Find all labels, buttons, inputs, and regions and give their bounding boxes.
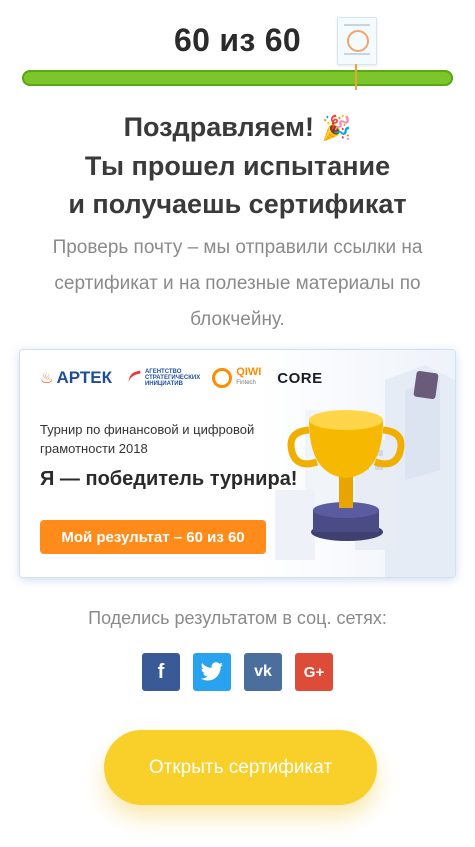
twitter-share-button[interactable] bbox=[193, 653, 231, 691]
social-share-buttons: f vk G+ bbox=[0, 653, 475, 691]
twitter-icon bbox=[200, 662, 223, 681]
email-notice: Проверь почту – мы отправили ссылки на с… bbox=[52, 237, 423, 330]
google-plus-share-button[interactable]: G+ bbox=[295, 653, 333, 691]
qiwi-logo: QIWI Fintech bbox=[212, 367, 261, 389]
artek-logo: ♨ АРТЕК bbox=[40, 368, 112, 387]
progress-bar bbox=[22, 70, 453, 86]
party-popper-icon: 🎉 bbox=[321, 114, 352, 142]
open-certificate-button[interactable]: Открыть сертификат bbox=[104, 730, 377, 805]
qiwi-circle-icon bbox=[212, 368, 233, 388]
congrats-headline: Поздравляем! 🎉 Ты прошел испытание и пол… bbox=[0, 108, 475, 223]
flame-icon: ♨ bbox=[40, 370, 54, 387]
headline-line2: Ты прошел испытание bbox=[84, 151, 391, 181]
headline-line1: Поздравляем! bbox=[123, 112, 314, 142]
facebook-share-button[interactable]: f bbox=[142, 653, 180, 691]
city-illustration bbox=[275, 365, 455, 577]
winner-title: Я — победитель турнира! bbox=[40, 468, 298, 490]
vk-share-button[interactable]: vk bbox=[244, 653, 282, 691]
share-title: Поделись результатом в соц. сетях: bbox=[88, 608, 387, 628]
progress-fill bbox=[22, 70, 453, 86]
facebook-icon: f bbox=[157, 660, 165, 683]
vk-icon: vk bbox=[254, 663, 272, 680]
google-plus-icon: G+ bbox=[303, 663, 325, 681]
certificate-banner[interactable]: ♨ АРТЕК АГЕНТСТВО СТРАТЕГИЧЕСКИХ ИНИЦИАТИВ … bbox=[20, 350, 455, 577]
progress-marker bbox=[355, 64, 357, 90]
swoosh-icon bbox=[126, 369, 144, 387]
certificate-thumbnail[interactable] bbox=[337, 17, 377, 65]
asi-logo: АГЕНТСТВО СТРАТЕГИЧЕСКИХ ИНИЦИАТИВ bbox=[126, 369, 200, 387]
score-text: 60 из 60 bbox=[174, 22, 301, 58]
my-result-button[interactable]: Мой результат – 60 из 60 bbox=[40, 520, 266, 554]
headline-line3: и получаешь сертификат bbox=[68, 189, 407, 219]
seal-icon bbox=[347, 30, 369, 52]
